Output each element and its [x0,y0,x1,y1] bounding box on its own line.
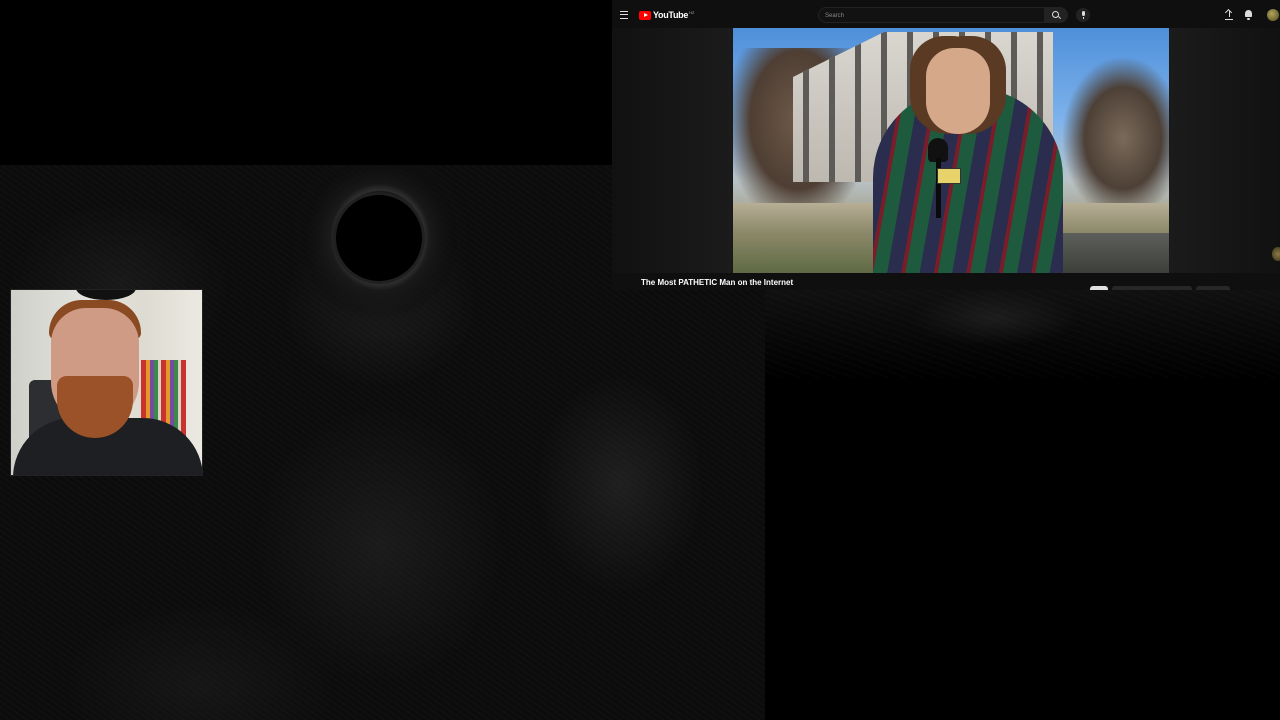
video-title[interactable]: The Most PATHETIC Man on the Internet [641,278,793,287]
microphone-handle [936,158,941,218]
webcam-object [76,290,136,300]
search-icon[interactable] [1044,7,1068,23]
background-artwork-right [765,288,1280,378]
action-chip[interactable] [1090,286,1108,290]
youtube-country-code: HZ [689,10,695,15]
upload-icon-base [1225,19,1233,20]
avatar[interactable] [1267,9,1279,21]
youtube-header: YouTube HZ Search [612,0,1280,28]
menu-icon[interactable] [620,11,628,19]
youtube-logo[interactable]: YouTube HZ [639,10,694,20]
side-avatar-icon[interactable] [1272,247,1280,261]
action-chip[interactable] [1196,286,1230,290]
microphone-flag [937,168,961,184]
eclipse-artwork [336,195,422,281]
action-chip[interactable] [1112,286,1192,290]
video-player[interactable] [733,28,1169,273]
youtube-logo-text: YouTube [653,10,689,20]
youtube-play-icon [639,10,651,20]
video-frame [612,28,1280,273]
youtube-window: YouTube HZ Search The Most PATHETIC Man … [612,0,1280,290]
webcam-overlay [11,290,202,475]
bell-icon[interactable] [1245,10,1252,20]
video-presenter-head [926,48,990,134]
search-input[interactable]: Search [818,7,1048,23]
video-trees-right [1063,58,1169,218]
microphone-icon[interactable] [1076,8,1090,22]
